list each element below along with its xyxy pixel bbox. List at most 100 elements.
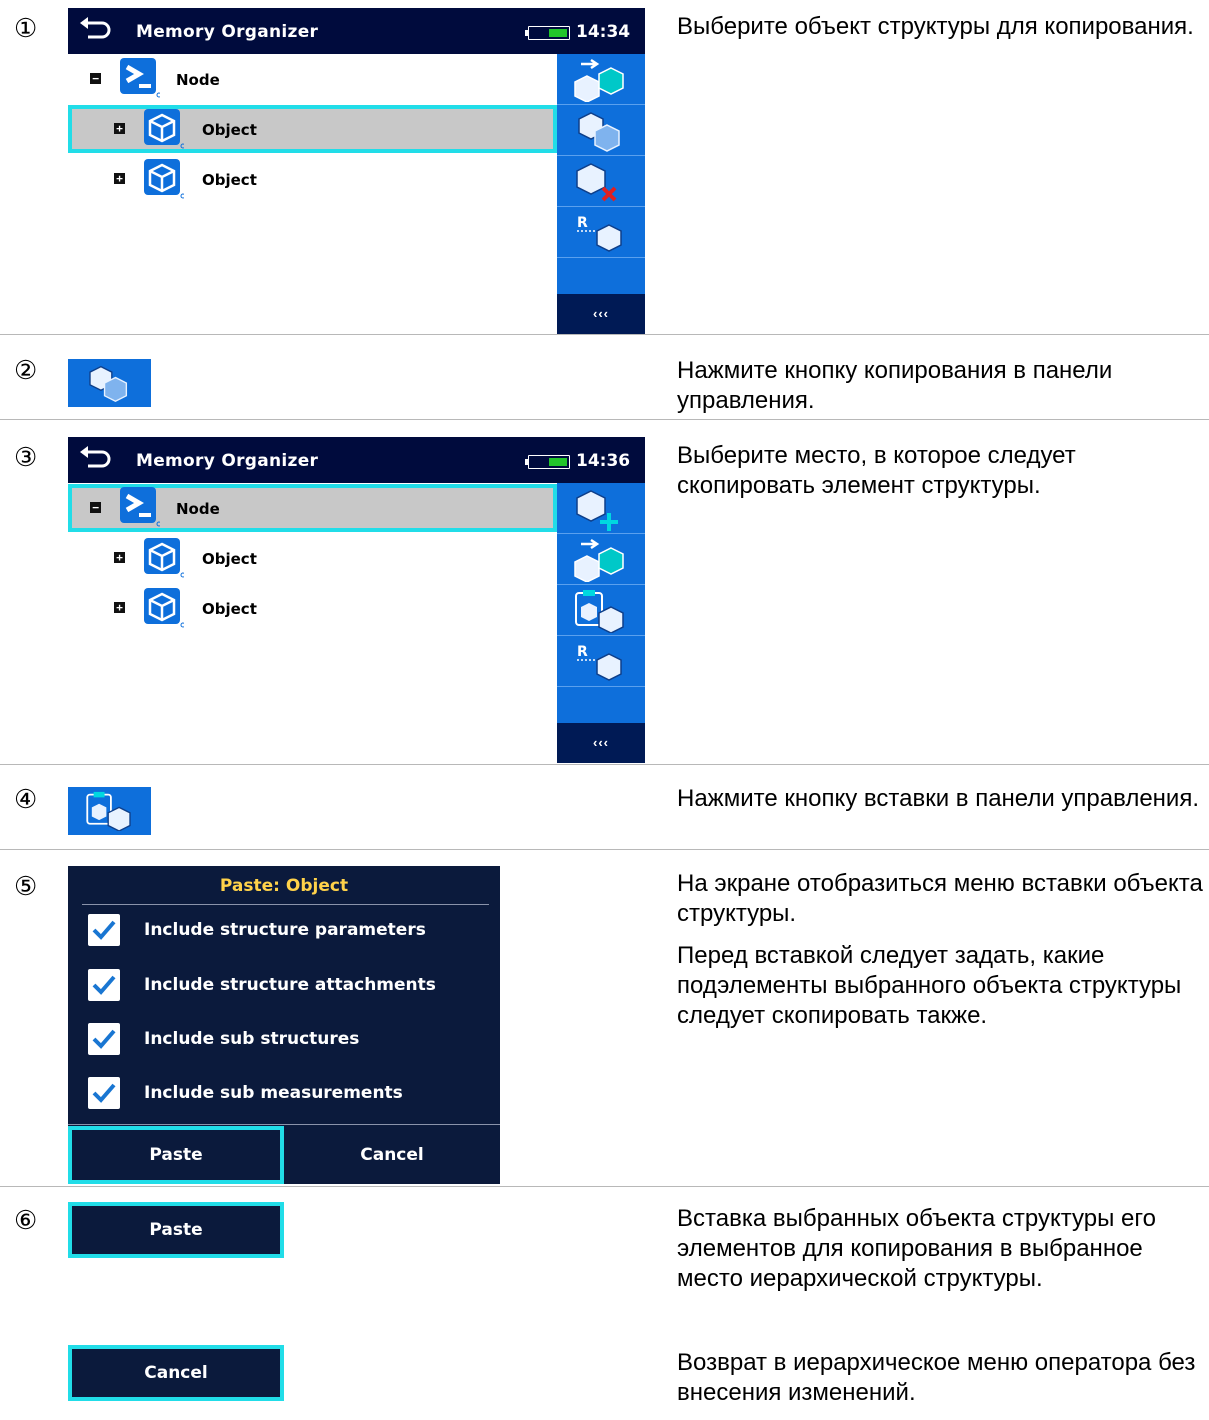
add-object-button[interactable] xyxy=(557,483,645,534)
more-options-button[interactable]: ‹‹‹ xyxy=(557,294,645,334)
battery-icon xyxy=(525,26,570,40)
title-bar: Memory Organizer 14:36 xyxy=(68,437,645,483)
step-description: Возврат в иерархическое меню оператора б… xyxy=(677,1349,1196,1406)
expand-icon[interactable]: + xyxy=(114,173,125,184)
divider xyxy=(0,764,1209,765)
add-sub-object-icon xyxy=(574,538,624,582)
tree-row-object[interactable]: + Object xyxy=(68,155,557,203)
dialog-title: Paste: Object xyxy=(219,876,349,896)
rename-object-button[interactable]: R xyxy=(557,207,645,258)
expand-icon[interactable]: + xyxy=(114,552,125,563)
step-number: ⑤ xyxy=(14,871,38,901)
divider xyxy=(0,334,1209,335)
paste-object-icon xyxy=(575,590,624,633)
divider xyxy=(0,419,1209,420)
paste-object-icon xyxy=(86,791,131,831)
tree-row-node-selected[interactable]: − Node xyxy=(68,484,557,532)
checkmark-icon xyxy=(92,920,116,940)
back-icon[interactable] xyxy=(76,15,116,45)
option-label: Include sub structures xyxy=(144,1029,360,1049)
paste-button[interactable]: Paste xyxy=(68,1202,284,1258)
add-object-icon xyxy=(576,490,618,531)
svg-text:R: R xyxy=(577,644,588,660)
step-number: ⑥ xyxy=(14,1205,38,1235)
tree-label: Object xyxy=(202,121,257,139)
tree-label: Node xyxy=(176,500,220,518)
tree-row-node[interactable]: − Node xyxy=(68,55,557,103)
step-number: ② xyxy=(14,355,38,385)
rename-object-icon: R xyxy=(577,215,622,252)
step-description: Нажмите кнопку копирования в панели упра… xyxy=(677,357,1113,414)
tree-label: Object xyxy=(202,550,257,568)
more-options-button[interactable]: ‹‹‹ xyxy=(557,723,645,763)
step-number: ① xyxy=(14,13,38,43)
collapse-icon[interactable]: − xyxy=(90,73,101,84)
option-structure-attachments[interactable]: Include structure attachments xyxy=(88,969,488,1003)
add-sub-object-button[interactable] xyxy=(557,534,645,585)
expand-icon[interactable]: + xyxy=(114,602,125,613)
add-sub-object-icon xyxy=(574,58,624,102)
structure-tree: − Node + Object + Object xyxy=(68,54,557,334)
expand-icon[interactable]: + xyxy=(114,123,125,134)
divider xyxy=(0,849,1209,850)
paste-object-button-illustration xyxy=(68,787,151,835)
delete-object-icon xyxy=(576,163,617,202)
clock: 14:34 xyxy=(576,22,631,42)
option-label: Include structure attachments xyxy=(144,975,436,995)
svg-text:R: R xyxy=(577,215,588,231)
device-screen: Memory Organizer 14:36 − Node + Object +… xyxy=(68,437,645,763)
checkmark-icon xyxy=(92,975,116,995)
rename-object-icon: R xyxy=(577,644,622,681)
structure-tree: − Node + Object + Object xyxy=(68,483,557,763)
node-icon xyxy=(120,487,160,527)
copy-object-icon xyxy=(578,112,620,152)
step-description: Выберите объект структуры для копировани… xyxy=(677,13,1194,40)
tree-row-object-selected[interactable]: + Object xyxy=(68,105,557,153)
step-number: ④ xyxy=(14,784,38,814)
cancel-button[interactable]: Cancel xyxy=(68,1345,284,1401)
tree-row-object[interactable]: + Object xyxy=(68,534,557,582)
option-label: Include structure parameters xyxy=(144,920,426,940)
collapse-icon[interactable]: − xyxy=(90,502,101,513)
option-sub-measurements[interactable]: Include sub measurements xyxy=(88,1077,488,1111)
step-description: На экране отобразиться меню вставки объе… xyxy=(677,870,1203,1029)
tree-label: Node xyxy=(176,71,220,89)
option-label: Include sub measurements xyxy=(144,1083,403,1103)
battery-icon xyxy=(525,455,570,469)
copy-object-icon xyxy=(89,365,128,402)
divider xyxy=(0,1186,1209,1187)
object-icon xyxy=(144,109,184,149)
step-number: ③ xyxy=(14,442,38,472)
checkmark-icon xyxy=(92,1029,116,1049)
copy-object-button-illustration xyxy=(68,359,151,407)
step-description: Нажмите кнопку вставки в панели управлен… xyxy=(677,785,1199,812)
object-icon xyxy=(144,538,184,578)
copy-object-button[interactable] xyxy=(557,105,645,156)
paste-button[interactable]: Paste xyxy=(68,1126,284,1184)
checkmark-icon xyxy=(92,1083,116,1103)
checkbox[interactable] xyxy=(88,969,120,1001)
object-icon xyxy=(144,588,184,628)
add-sub-object-button[interactable] xyxy=(557,54,645,105)
step-description: Вставка выбранных объекта структуры его … xyxy=(677,1205,1156,1292)
step-description: Выберите место, в которое следует скопир… xyxy=(677,442,1076,499)
checkbox[interactable] xyxy=(88,914,120,946)
tree-label: Object xyxy=(202,600,257,618)
clock: 14:36 xyxy=(576,451,631,471)
screen-title: Memory Organizer xyxy=(136,451,319,471)
tree-label: Object xyxy=(202,171,257,189)
paste-object-button[interactable] xyxy=(557,585,645,636)
back-icon[interactable] xyxy=(76,444,116,474)
delete-object-button[interactable] xyxy=(557,156,645,207)
object-icon xyxy=(144,159,184,199)
screen-title: Memory Organizer xyxy=(136,22,319,42)
tree-row-object[interactable]: + Object xyxy=(68,584,557,632)
control-panel: R ‹‹‹ xyxy=(557,483,645,763)
rename-object-button[interactable]: R xyxy=(557,636,645,687)
cancel-button[interactable]: Cancel xyxy=(284,1126,500,1184)
checkbox[interactable] xyxy=(88,1077,120,1109)
option-sub-structures[interactable]: Include sub structures xyxy=(88,1023,488,1057)
checkbox[interactable] xyxy=(88,1023,120,1055)
option-structure-parameters[interactable]: Include structure parameters xyxy=(88,914,488,948)
node-icon xyxy=(120,58,160,98)
